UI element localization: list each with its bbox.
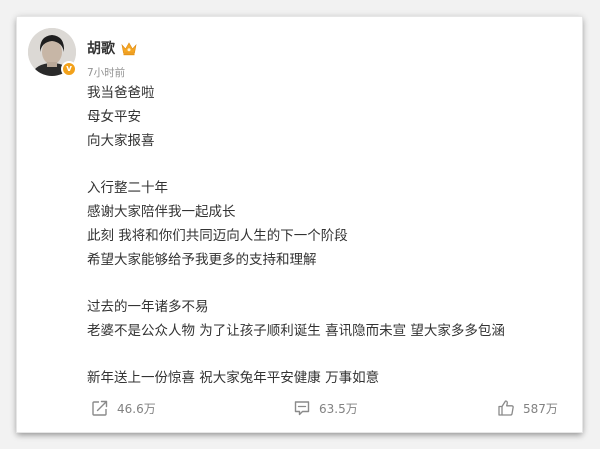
comment-button[interactable]: 63.5万 [293,399,358,417]
post-line: 入行整二十年 [87,180,168,196]
like-count: 587万 [523,401,558,416]
post-line: 过去的一年诸多不易 [87,299,209,315]
weibo-post-card: v 胡歌 7小时前 我当爸爸啦 母女平安 向大家报喜 入行整二十年 感谢大家陪伴… [17,17,582,432]
repost-count: 46.6万 [117,401,156,416]
post-line: 希望大家能够给予我更多的支持和理解 [87,252,317,268]
post-line: 新年送上一份惊喜 祝大家兔年平安健康 万事如意 [87,370,380,386]
post-line: 老婆不是公众人物 为了让孩子顺利诞生 喜讯隐而未宣 望大家多多包涵 [87,323,505,339]
comment-count: 63.5万 [319,401,358,416]
verified-badge-icon: v [61,61,77,77]
post-content: 我当爸爸啦 母女平安 向大家报喜 入行整二十年 感谢大家陪伴我一起成长 此刻 我… [87,81,557,390]
author-row: 胡歌 [87,38,137,58]
post-timestamp[interactable]: 7小时前 [87,65,125,80]
post-action-bar: 46.6万 63.5万 587万 [17,399,582,421]
post-line: 感谢大家陪伴我一起成长 [87,204,236,220]
post-line: 我当爸爸啦 [87,85,155,101]
crown-icon[interactable] [121,41,137,56]
thumbs-up-icon [498,400,514,416]
like-button[interactable]: 587万 [497,399,558,417]
post-line: 母女平安 [87,109,141,125]
repost-button[interactable]: 46.6万 [91,399,156,417]
author-name[interactable]: 胡歌 [87,38,115,58]
avatar-container[interactable]: v [28,28,77,77]
comment-icon [294,401,310,416]
repost-icon [92,400,108,416]
post-line: 向大家报喜 [87,133,155,149]
post-line: 此刻 我将和你们共同迈向人生的下一个阶段 [87,228,348,244]
